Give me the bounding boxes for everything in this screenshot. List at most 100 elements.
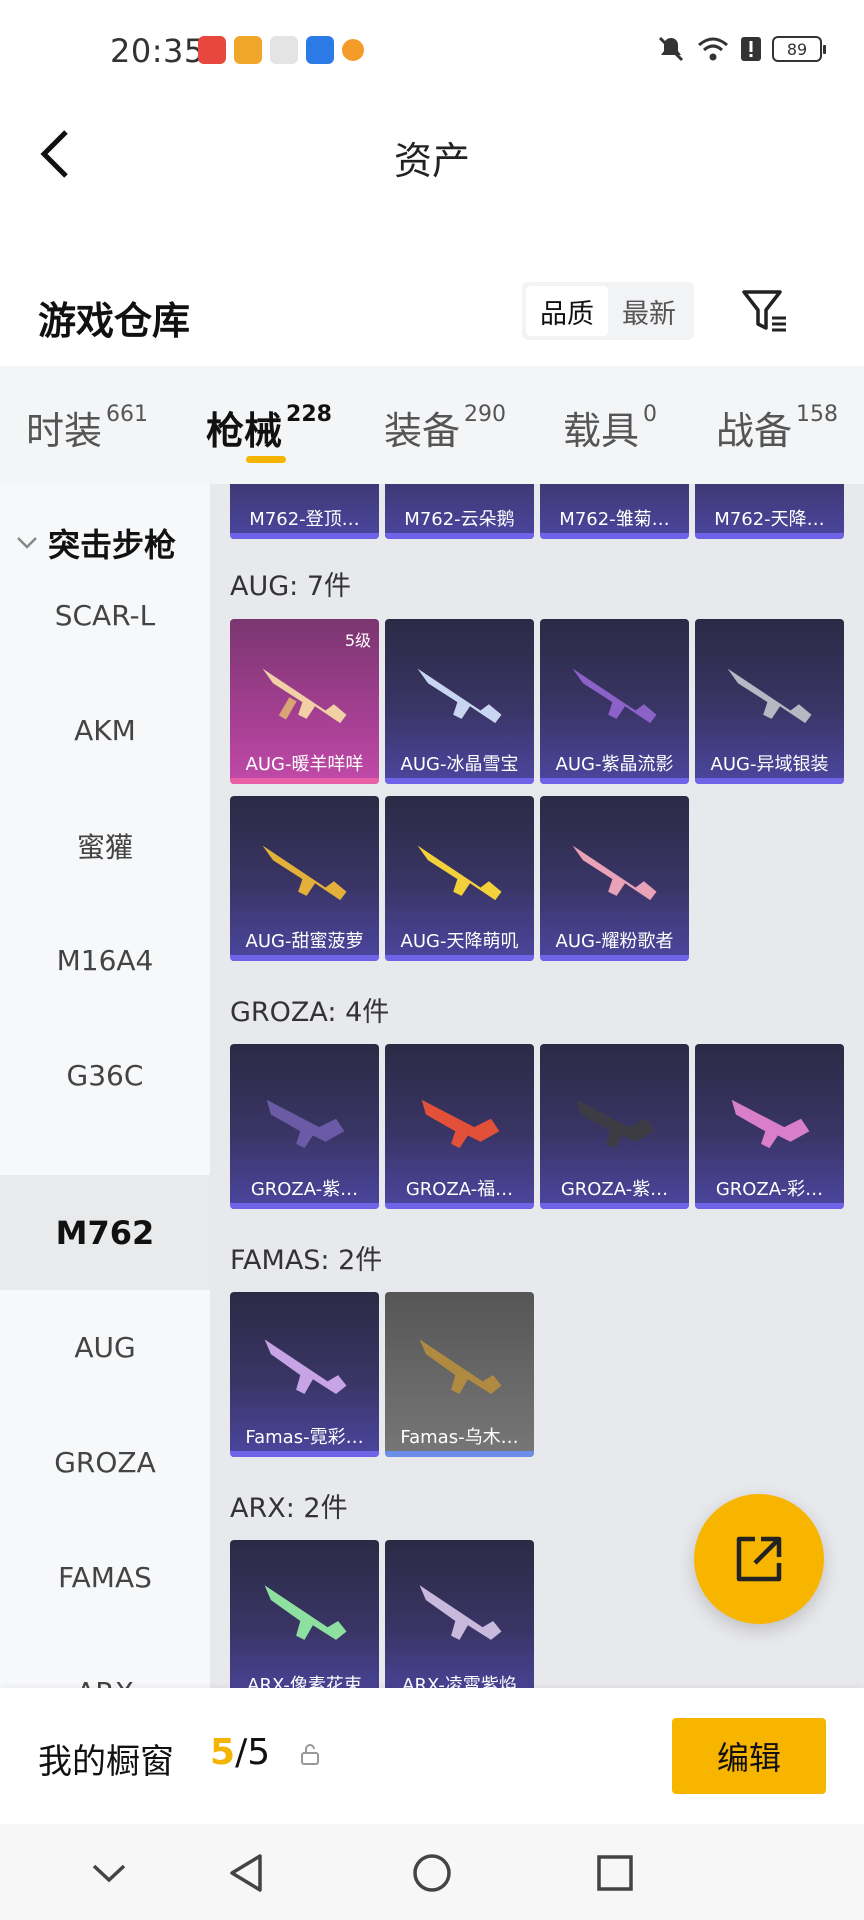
skin-name: AUG-紫晶流影 bbox=[555, 754, 674, 775]
status-time: 20:35 bbox=[110, 32, 205, 70]
skin-name: M762-云朵鹅 bbox=[404, 509, 515, 530]
skin-name: M762-雏菊… bbox=[559, 509, 670, 530]
skin-name: Famas-霓彩… bbox=[245, 1427, 364, 1448]
gun-icon bbox=[262, 668, 347, 724]
skin-name: M762-登顶… bbox=[249, 509, 360, 530]
sort-toggle: 品质 最新 bbox=[522, 282, 694, 340]
recents-square-icon[interactable] bbox=[592, 1850, 638, 1896]
skin-card[interactable]: AUG-耀粉歌者 bbox=[540, 796, 689, 961]
tab-count: 158 bbox=[796, 402, 839, 427]
showcase-count-current: 5 bbox=[210, 1732, 236, 1773]
showcase-label: 我的橱窗 bbox=[38, 1742, 174, 1782]
tab-weapons[interactable]: 枪械 228 bbox=[206, 400, 332, 455]
sidebar-item-scar-l[interactable]: SCAR-L bbox=[0, 558, 210, 673]
skin-card[interactable]: Famas-乌木… bbox=[385, 1292, 534, 1457]
gun-icon bbox=[417, 845, 502, 901]
gun-icon bbox=[419, 1339, 502, 1394]
skin-name: Famas-乌木… bbox=[400, 1427, 519, 1448]
category-tabs: 时装 661 枪械 228 装备 290 载具 0 战备 158 bbox=[0, 366, 864, 484]
gun-icon bbox=[731, 1099, 810, 1149]
tab-equipment[interactable]: 装备 290 bbox=[384, 400, 506, 455]
home-circle-icon[interactable] bbox=[409, 1850, 455, 1896]
share-external-icon bbox=[736, 1536, 782, 1582]
skin-card[interactable]: M762-登顶… bbox=[230, 484, 379, 539]
filter-icon[interactable] bbox=[740, 286, 790, 336]
gun-icon bbox=[572, 845, 657, 901]
sidebar-item-m762[interactable]: M762 bbox=[0, 1175, 210, 1290]
skin-name: GROZA-紫… bbox=[560, 1179, 669, 1200]
showcase-count-total: /5 bbox=[235, 1732, 271, 1773]
tab-supplies[interactable]: 战备 158 bbox=[716, 400, 838, 455]
skin-card[interactable]: AUG-紫晶流影 bbox=[540, 619, 689, 784]
group-label-groza: GROZA: 4件 bbox=[230, 997, 390, 1028]
skin-card[interactable]: AUG-天降萌叽 bbox=[385, 796, 534, 961]
sidebar-item-honey-badger[interactable]: 蜜獾 bbox=[0, 788, 210, 903]
gun-icon bbox=[264, 1339, 347, 1394]
skin-card[interactable]: GROZA-紫… bbox=[540, 1044, 689, 1209]
skin-name: M762-天降… bbox=[714, 509, 825, 530]
skin-name: GROZA-彩… bbox=[715, 1179, 824, 1200]
skin-card[interactable]: GROZA-紫… bbox=[230, 1044, 379, 1209]
skin-card[interactable]: ARX-像素花束 bbox=[230, 1540, 379, 1688]
skin-card[interactable]: 5级 AUG-暖羊咩咩 bbox=[230, 619, 379, 784]
gun-icon bbox=[419, 1585, 502, 1640]
sidebar-item-akm[interactable]: AKM bbox=[0, 673, 210, 788]
skin-card[interactable]: GROZA-福… bbox=[385, 1044, 534, 1209]
skin-name: GROZA-福… bbox=[405, 1179, 514, 1200]
gun-icon bbox=[727, 668, 812, 724]
sidebar-item-arx[interactable]: ARX bbox=[0, 1635, 210, 1688]
tab-label: 装备 bbox=[384, 409, 461, 453]
sidebar-item-m16a4[interactable]: M16A4 bbox=[0, 903, 210, 1018]
sort-quality-button[interactable]: 品质 bbox=[526, 286, 608, 336]
tab-vehicles[interactable]: 载具 0 bbox=[563, 400, 657, 455]
skin-name: ARX-凌霄紫焰 bbox=[402, 1675, 517, 1688]
tab-label: 载具 bbox=[563, 409, 640, 453]
sidebar-item-famas[interactable]: FAMAS bbox=[0, 1520, 210, 1635]
sidebar-item-g36c[interactable]: G36C bbox=[0, 1018, 210, 1133]
skin-name: AUG-异域银装 bbox=[710, 754, 829, 775]
skin-card[interactable]: AUG-冰晶雪宝 bbox=[385, 619, 534, 784]
skin-card[interactable]: Famas-霓彩… bbox=[230, 1292, 379, 1457]
tab-count: 228 bbox=[286, 402, 332, 427]
status-bar: 20:35 89 bbox=[0, 0, 864, 104]
skin-card[interactable]: M762-云朵鹅 bbox=[385, 484, 534, 539]
back-triangle-icon[interactable] bbox=[224, 1850, 270, 1896]
skin-name: GROZA-紫… bbox=[250, 1179, 359, 1200]
tab-fashion[interactable]: 时装 661 bbox=[26, 400, 148, 455]
skin-name: AUG-甜蜜菠萝 bbox=[245, 931, 364, 952]
skin-name: AUG-冰晶雪宝 bbox=[400, 754, 519, 775]
section-title: 游戏仓库 bbox=[38, 299, 191, 343]
sort-latest-button[interactable]: 最新 bbox=[608, 286, 690, 336]
skin-card[interactable]: GROZA-彩… bbox=[695, 1044, 844, 1209]
mute-icon bbox=[658, 36, 684, 62]
active-tab-indicator bbox=[246, 456, 286, 463]
header: 资产 bbox=[0, 104, 864, 204]
group-label-famas: FAMAS: 2件 bbox=[230, 1245, 383, 1276]
chevron-down-icon[interactable] bbox=[86, 1850, 132, 1896]
weapon-type-sidebar: 突击步枪 SCAR-L AKM 蜜獾 M16A4 G36C M762 AUG G… bbox=[0, 484, 210, 1688]
skin-name: AUG-天降萌叽 bbox=[400, 931, 519, 952]
skin-card[interactable]: M762-天降… bbox=[695, 484, 844, 539]
skin-card[interactable]: ARX-凌霄紫焰 bbox=[385, 1540, 534, 1688]
group-label-arx: ARX: 2件 bbox=[230, 1493, 348, 1524]
app-icon bbox=[306, 36, 334, 64]
group-label-aug: AUG: 7件 bbox=[230, 571, 352, 602]
gun-icon bbox=[262, 845, 347, 901]
tab-count: 0 bbox=[643, 402, 658, 427]
warehouse-header: 游戏仓库 品质 最新 bbox=[0, 270, 864, 360]
sidebar-item-groza[interactable]: GROZA bbox=[0, 1405, 210, 1520]
skin-card[interactable]: AUG-甜蜜菠萝 bbox=[230, 796, 379, 961]
skin-name: AUG-耀粉歌者 bbox=[555, 931, 674, 952]
share-fab-button[interactable] bbox=[694, 1494, 824, 1624]
system-nav-bar bbox=[0, 1824, 864, 1920]
tab-count: 661 bbox=[106, 402, 149, 427]
edit-button[interactable]: 编辑 bbox=[672, 1718, 826, 1794]
app-icon bbox=[342, 39, 364, 61]
status-right: 89 bbox=[656, 34, 826, 64]
skin-card[interactable]: AUG-异域银装 bbox=[695, 619, 844, 784]
tab-count: 290 bbox=[464, 402, 507, 427]
lock-icon bbox=[301, 1744, 319, 1765]
gun-icon bbox=[264, 1585, 347, 1640]
skin-card[interactable]: M762-雏菊… bbox=[540, 484, 689, 539]
sidebar-item-aug[interactable]: AUG bbox=[0, 1290, 210, 1405]
